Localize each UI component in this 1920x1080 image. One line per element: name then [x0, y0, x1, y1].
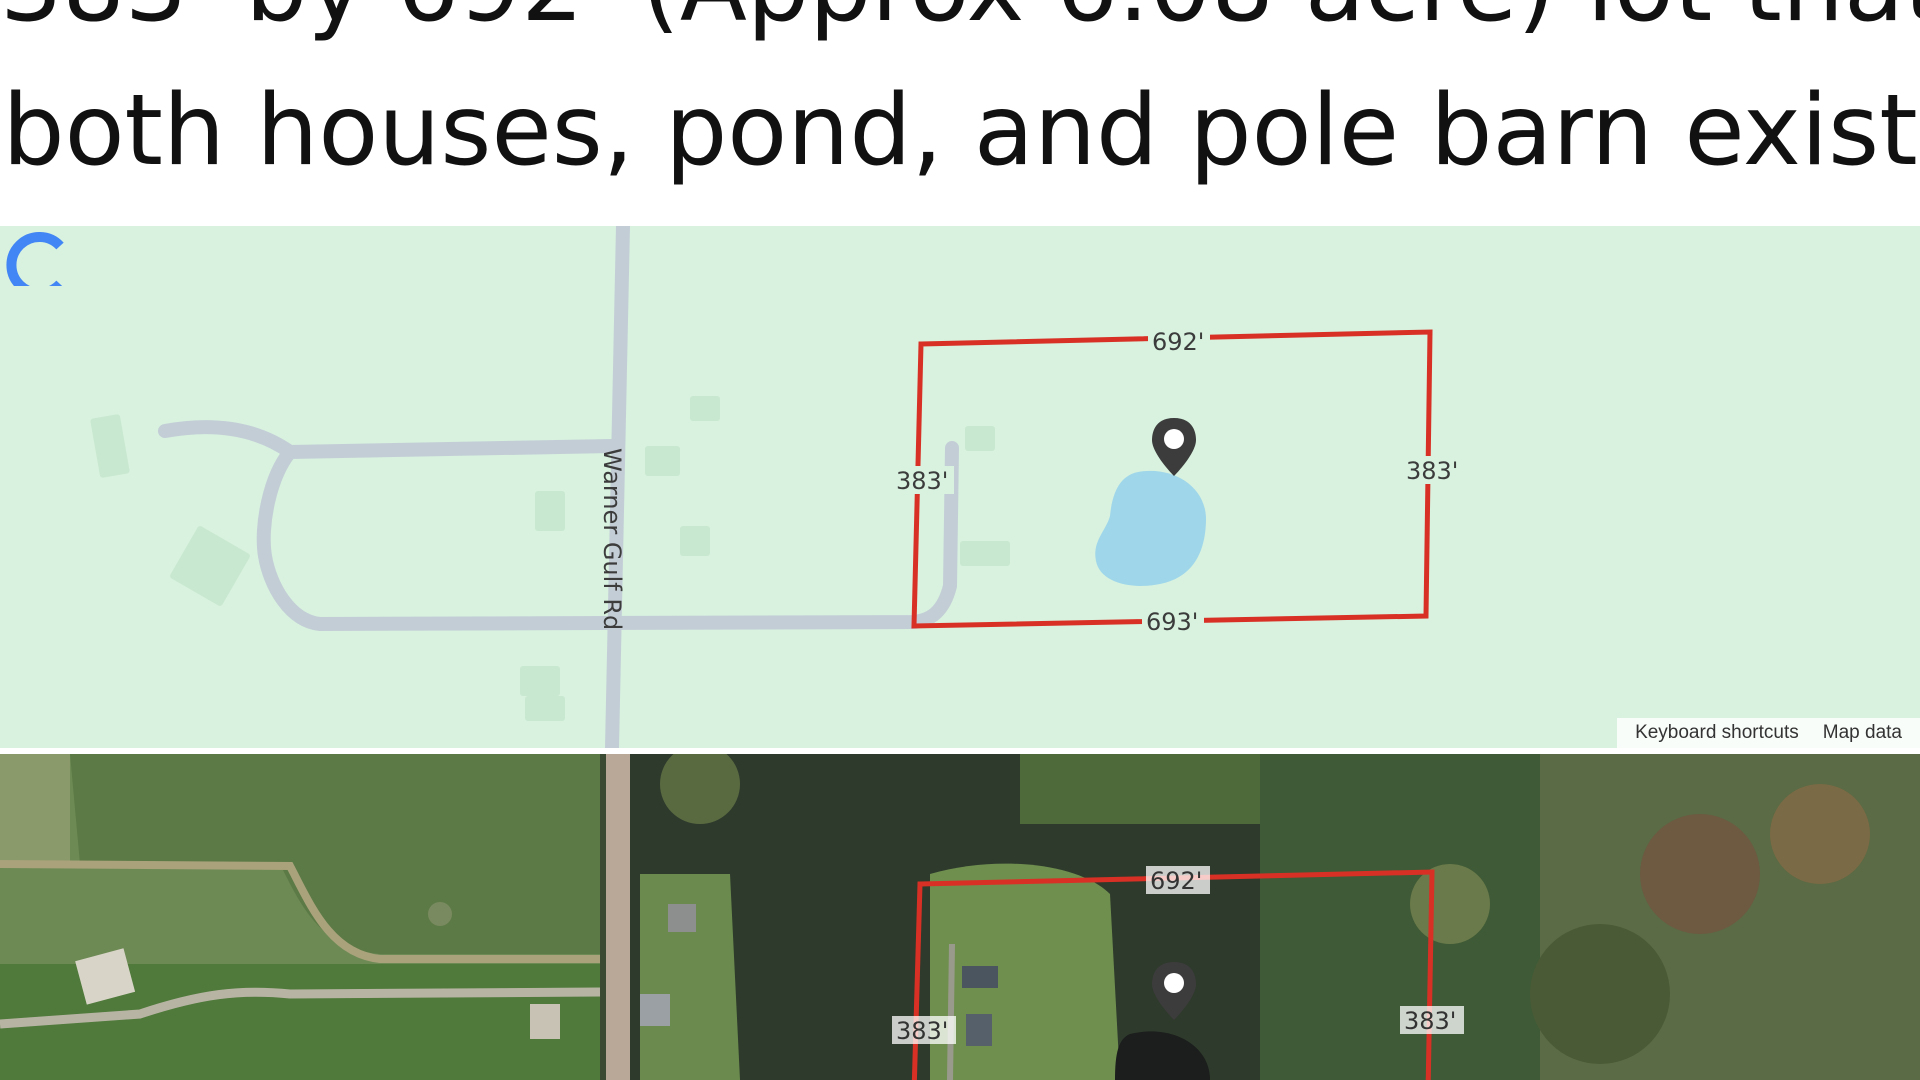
- location-pin-icon[interactable]: [1152, 418, 1196, 476]
- dimension-right: 383': [1402, 456, 1464, 485]
- svg-text:692': 692': [1150, 867, 1202, 895]
- svg-text:693': 693': [1146, 608, 1198, 636]
- dimension-bottom: 693': [1142, 608, 1204, 636]
- road-label: Warner Gulf Rd: [598, 448, 626, 630]
- svg-text:383': 383': [1404, 1007, 1456, 1035]
- pond: [1095, 470, 1206, 586]
- google-logo-icon: [6, 232, 64, 286]
- satellite-canvas: 692' 383' 383': [0, 754, 1920, 1080]
- satellite-view[interactable]: 692' 383' 383': [0, 754, 1920, 1080]
- dimension-top: 692': [1148, 327, 1210, 356]
- map-view[interactable]: Warner Gulf Rd 692' 693' 383' 383' Keybo…: [0, 226, 1920, 748]
- keyboard-shortcuts-link[interactable]: Keyboard shortcuts: [1635, 722, 1799, 744]
- map-footer: Keyboard shortcuts Map data: [1617, 718, 1920, 748]
- caption: 383' by 692' (Approx 6.08 acre) lot that…: [0, 0, 1920, 226]
- caption-line-2: both houses, pond, and pole barn exist: [2, 74, 1918, 188]
- dimension-left: 383': [892, 466, 954, 495]
- svg-text:383': 383': [896, 467, 948, 495]
- satellite-dimension-right: 383': [1400, 1006, 1464, 1035]
- caption-line-1: 383' by 692' (Approx 6.08 acre) lot that: [0, 0, 1920, 46]
- satellite-dimension-left: 383': [892, 1016, 956, 1045]
- svg-text:692': 692': [1152, 328, 1204, 356]
- svg-text:383': 383': [896, 1017, 948, 1045]
- svg-text:383': 383': [1406, 457, 1458, 485]
- map-canvas: Warner Gulf Rd 692' 693' 383' 383': [90, 226, 1464, 748]
- map-data-link[interactable]: Map data: [1823, 722, 1902, 744]
- satellite-dimension-top: 692': [1146, 866, 1210, 895]
